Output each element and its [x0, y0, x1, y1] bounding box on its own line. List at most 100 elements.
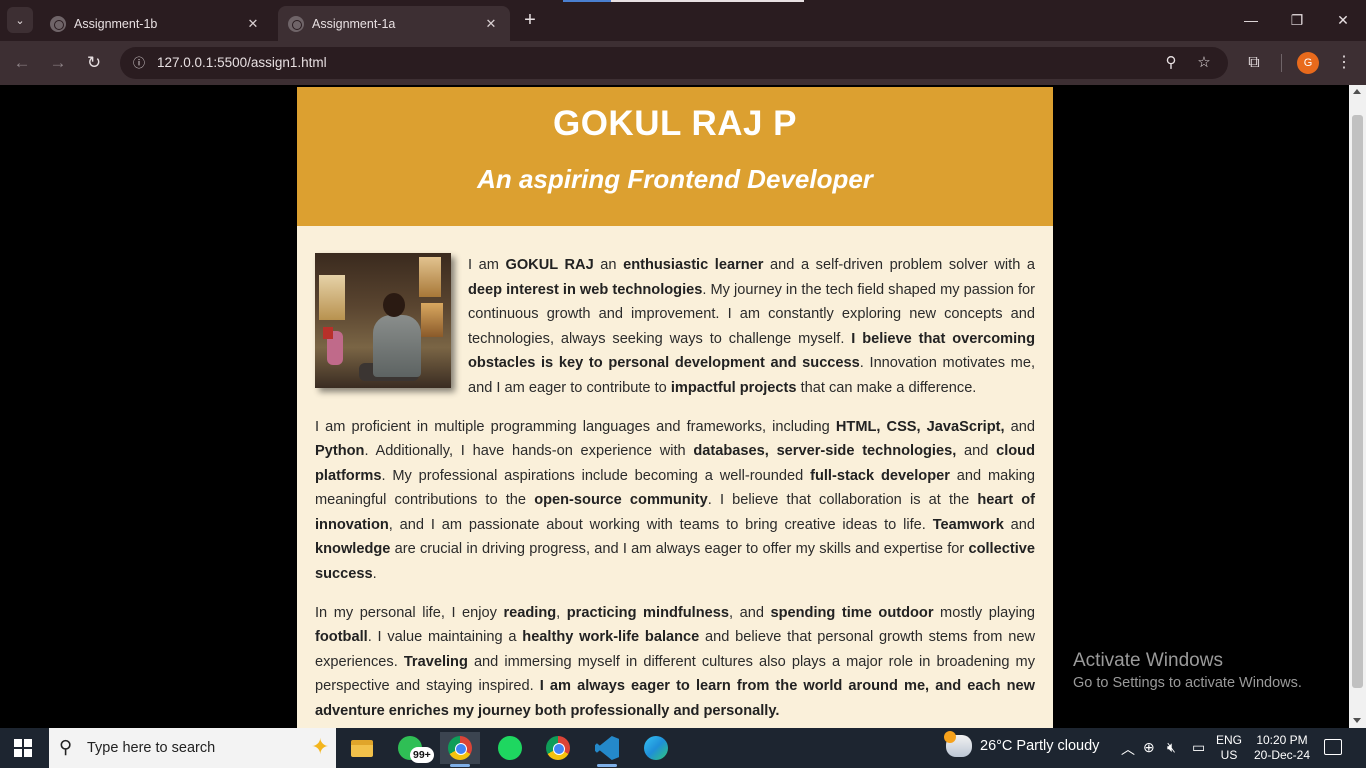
- emphasis-text: impactful projects: [670, 379, 797, 396]
- page-viewport: GOKUL RAJ P An aspiring Frontend Develop…: [0, 85, 1349, 728]
- weather-widget[interactable]: 26°C Partly cloudy: [944, 731, 1100, 757]
- body-text: mostly playing: [933, 604, 1035, 621]
- body-text: and: [1004, 418, 1036, 435]
- address-bar[interactable]: ⓘ 127.0.0.1:5500/assign1.html ⚲ ☆: [120, 47, 1228, 79]
- activate-windows-watermark: Activate Windows Go to Settings to activ…: [1073, 650, 1302, 691]
- search-placeholder: Type here to search: [87, 740, 216, 756]
- profile-avatar[interactable]: G: [1297, 52, 1319, 74]
- whatsapp-badge: 99+: [410, 747, 434, 763]
- close-window-icon[interactable]: ✕: [1320, 8, 1366, 32]
- page-container: GOKUL RAJ P An aspiring Frontend Develop…: [297, 87, 1053, 728]
- paragraph-skills: I am proficient in multiple programming …: [315, 415, 1035, 587]
- about-content: I am GOKUL RAJ an enthusiastic learner a…: [297, 226, 1053, 728]
- toolbar-divider: [1281, 54, 1282, 72]
- new-tab-plus-icon[interactable]: +: [518, 9, 542, 33]
- watermark-subtitle: Go to Settings to activate Windows.: [1073, 675, 1302, 691]
- body-text: and a self-driven problem solver with a: [763, 257, 1036, 273]
- bookmark-star-icon[interactable]: ☆: [1193, 53, 1215, 73]
- body-text: and: [1003, 516, 1036, 533]
- page-title: GOKUL RAJ P: [552, 104, 798, 143]
- body-text: . I value maintaining a: [367, 629, 523, 645]
- body-text: and: [956, 443, 997, 459]
- edge-icon[interactable]: [636, 732, 676, 764]
- zoom-magnifier-icon[interactable]: ⚲: [1160, 53, 1182, 73]
- minimize-icon[interactable]: —: [1228, 8, 1274, 32]
- body-text: , and I am passionate about working with…: [388, 516, 933, 533]
- extensions-puzzle-icon[interactable]: ⧉: [1242, 52, 1266, 76]
- battery-icon[interactable]: ▭: [1192, 739, 1205, 756]
- weather-text: 26°C Partly cloudy: [980, 738, 1100, 754]
- page-subtitle: An aspiring Frontend Developer: [477, 164, 873, 194]
- notification-icon[interactable]: [1324, 739, 1342, 755]
- windows-start-icon[interactable]: [14, 739, 32, 757]
- url-path: :5500/assign1.html: [213, 55, 327, 70]
- site-info-icon[interactable]: ⓘ: [128, 52, 150, 74]
- emphasis-text: Python: [315, 443, 365, 459]
- emphasis-text: reading: [503, 604, 557, 621]
- lang-region: US: [1220, 748, 1238, 762]
- loading-indicator: [563, 0, 804, 2]
- emphasis-text: healthy work-life balance: [522, 629, 700, 645]
- restore-icon[interactable]: ❐: [1274, 8, 1320, 32]
- file-explorer-icon[interactable]: [342, 732, 382, 764]
- body-text: In my personal life, I enjoy: [315, 604, 504, 621]
- body-text: are crucial in driving progress, and I a…: [390, 541, 969, 557]
- url-host: 127.0.0.1: [157, 55, 214, 70]
- chrome-profile-icon[interactable]: [538, 732, 578, 764]
- taskbar-clock[interactable]: 10:20 PM 20-Dec-24: [1252, 733, 1312, 763]
- close-tab-icon[interactable]: ✕: [482, 15, 500, 33]
- windows-taskbar: ⚲ Type here to search ✦ 99+ 26°C Partly …: [0, 728, 1366, 768]
- scroll-up-arrow-icon[interactable]: [1353, 89, 1361, 94]
- tab-search-chevron-icon[interactable]: ⌄: [7, 7, 33, 33]
- partly-cloudy-icon: [944, 731, 972, 757]
- emphasis-text: Traveling: [403, 653, 468, 670]
- forward-arrow-icon[interactable]: →: [46, 51, 70, 75]
- network-globe-icon[interactable]: ⊕: [1143, 739, 1155, 756]
- globe-icon: [50, 15, 66, 32]
- taskbar-search[interactable]: ⚲ Type here to search ✦: [49, 728, 336, 768]
- tab-title: Assignment-1a: [312, 16, 396, 31]
- sparkle-icon[interactable]: ✦: [311, 734, 329, 760]
- emphasis-text: football: [315, 629, 368, 645]
- body-text: . My professional aspirations include be…: [381, 467, 811, 484]
- close-tab-icon[interactable]: ✕: [244, 15, 262, 33]
- scrollbar-thumb[interactable]: [1352, 115, 1363, 688]
- emphasis-text: full-stack developer: [810, 467, 950, 484]
- tab-assignment-1a[interactable]: Assignment-1a ✕: [278, 6, 510, 41]
- scroll-down-arrow-icon[interactable]: [1353, 718, 1361, 723]
- paragraph-personal: In my personal life, I enjoy reading, pr…: [315, 601, 1035, 724]
- body-text: . Additionally, I have hands-on experien…: [364, 443, 694, 459]
- emphasis-text: databases, server-side technologies,: [693, 443, 957, 459]
- tab-assignment-1b[interactable]: Assignment-1b ✕: [40, 6, 272, 41]
- menu-kebab-icon[interactable]: ⋮: [1332, 52, 1356, 76]
- clock-time: 10:20 PM: [1256, 733, 1308, 747]
- globe-icon: [288, 15, 304, 32]
- body-text: ,: [556, 604, 567, 621]
- emphasis-text: enthusiastic learner: [623, 257, 764, 273]
- reload-icon[interactable]: ↻: [82, 51, 106, 75]
- body-text: an: [593, 257, 624, 273]
- back-arrow-icon[interactable]: ←: [10, 51, 34, 75]
- url-text[interactable]: 127.0.0.1:5500/assign1.html: [157, 55, 327, 70]
- lang-code: ENG: [1216, 733, 1243, 747]
- emphasis-text: open-source community: [534, 492, 708, 508]
- vscode-icon[interactable]: [587, 732, 627, 767]
- page-header: GOKUL RAJ P An aspiring Frontend Develop…: [297, 87, 1053, 226]
- spotify-icon[interactable]: [490, 732, 530, 764]
- body-text: , and: [729, 604, 771, 621]
- vertical-scrollbar[interactable]: [1349, 85, 1366, 728]
- body-text: .: [372, 565, 377, 582]
- emphasis-text: spending time outdoor: [770, 604, 934, 621]
- chrome-taskbar-icon[interactable]: [440, 732, 480, 767]
- emphasis-text: Teamwork: [932, 516, 1004, 533]
- profile-photo: [315, 253, 451, 388]
- emphasis-text: HTML, CSS, JavaScript,: [835, 418, 1005, 435]
- browser-toolbar: ← → ↻ ⓘ 127.0.0.1:5500/assign1.html ⚲ ☆ …: [0, 41, 1366, 85]
- tab-title: Assignment-1b: [74, 16, 158, 31]
- chevron-up-icon[interactable]: ︿: [1121, 739, 1135, 759]
- emphasis-text: GOKUL RAJ: [505, 257, 594, 273]
- language-indicator[interactable]: ENG US: [1216, 733, 1242, 763]
- volume-muted-icon[interactable]: 🔇︎: [1167, 739, 1176, 756]
- clock-date: 20-Dec-24: [1253, 748, 1311, 762]
- body-text: . I believe that collaboration is at the: [707, 492, 978, 508]
